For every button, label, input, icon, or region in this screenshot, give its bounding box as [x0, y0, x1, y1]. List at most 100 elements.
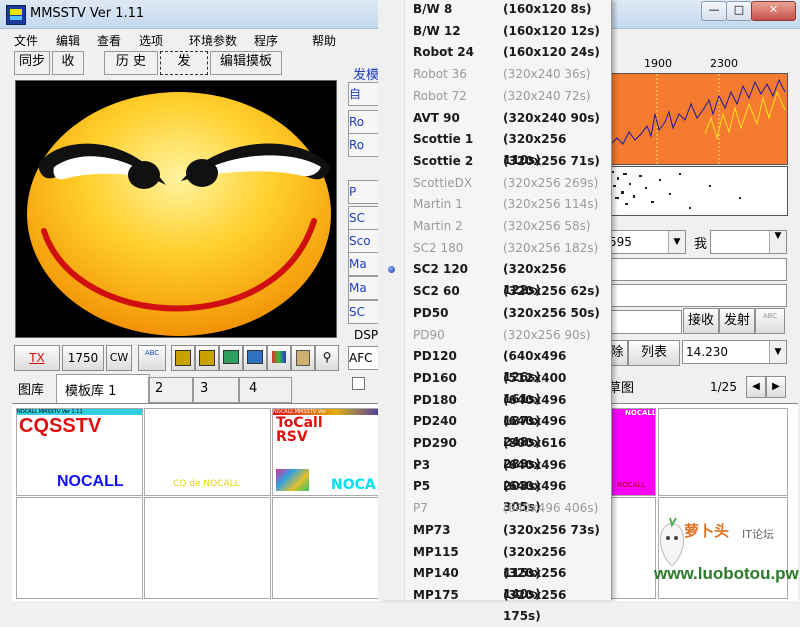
tab-template-2[interactable]: 2 [148, 377, 194, 403]
paste-image-icon[interactable] [243, 345, 267, 371]
mode-menu-item[interactable]: AVT 90 (320x240 90s) [413, 108, 603, 129]
mode-name: P3 [413, 457, 431, 472]
tab-edit-template[interactable]: 编辑摸板 [210, 51, 282, 75]
receive-button[interactable]: 接收 [683, 308, 719, 334]
tab-template-4[interactable]: 4 [238, 377, 292, 403]
menu-environment[interactable]: 环境参数 [189, 32, 237, 49]
watermark: 萝卜头 IT论坛 www.luobotou.pw [652, 516, 799, 600]
tab-template-4-label: 4 [249, 381, 258, 396]
mode-menu-item[interactable]: P3 (640x496 203s) [413, 455, 603, 493]
mode-menu-item[interactable]: MP140 (320x256 140s) [413, 563, 603, 601]
tab-receive[interactable]: 收 [52, 51, 84, 75]
value-595: 595 [609, 235, 632, 249]
text-field-2[interactable] [608, 284, 787, 307]
mode-name: P7 [413, 501, 428, 516]
mode-menu-item[interactable]: Scottie 1 (320x256 110s) [413, 129, 603, 167]
tab-template-1-label: 模板库 1 [65, 384, 117, 399]
menu-options[interactable]: 选项 [139, 32, 163, 49]
load-image-icon[interactable] [171, 345, 195, 371]
mode-menu-item[interactable]: Scottie 2 (320x256 71s) [413, 151, 603, 172]
frequency-value: 14.230 [686, 345, 728, 359]
spectrum-display [608, 73, 788, 165]
mode-menu-item[interactable]: SC2 120 (320x256 122s) [413, 259, 603, 297]
cw-button[interactable]: CW [106, 345, 132, 371]
smiley-image [27, 92, 331, 336]
mode-menu-item[interactable]: B/W 8 (160x120 8s) [413, 0, 603, 20]
template-cell-2[interactable]: CQ de NOCALL [144, 408, 271, 496]
tab-template-2-label: 2 [155, 381, 164, 396]
template-header: NOCALL [625, 409, 656, 417]
list-button[interactable]: 列表 [628, 340, 680, 366]
mode-menu-item[interactable]: MP175 (320x256 175s) [413, 585, 603, 623]
close-button[interactable]: ✕ [751, 1, 796, 21]
template-title: CQSSTV [19, 415, 102, 437]
maximize-button[interactable]: □ [726, 1, 752, 21]
menu-file[interactable]: 文件 [14, 32, 38, 49]
transmit-button[interactable]: 发射 [719, 308, 755, 334]
template-cell-8[interactable] [658, 408, 788, 496]
template-cq-text: CQ de NOCALL [173, 479, 240, 489]
mode-menu-item[interactable]: PD50 (320x256 50s) [413, 303, 603, 324]
mode-menu-item[interactable]: PD290 (800x616 289s) [413, 433, 603, 471]
template-cell-6[interactable] [144, 497, 271, 599]
mode-menu-item[interactable]: Robot 24 (160x120 24s) [413, 42, 603, 63]
tab-template-3[interactable]: 3 [192, 377, 240, 403]
next-page-icon[interactable]: ▶ [766, 376, 786, 398]
mode-name: MP140 [413, 566, 459, 581]
send-mode-label: 发模 [353, 68, 380, 83]
mode-menu-item: SC2 180 (320x256 182s) [413, 238, 603, 259]
tx-button[interactable]: TX [14, 345, 60, 371]
copy-image-icon[interactable] [219, 345, 243, 371]
zoom-icon[interactable]: ⚲ [315, 345, 339, 371]
mode-name: ScottieDX [413, 175, 473, 190]
abc-overlay-button[interactable]: ABC [755, 308, 785, 334]
tab-sync[interactable]: 同步 [14, 51, 50, 75]
mode-resolution: (320x240 36s) [503, 67, 591, 82]
spectrum-graph [608, 74, 786, 164]
mode-menu-item[interactable]: SC2 60 (320x256 62s) [413, 281, 603, 302]
afc-select[interactable]: AFC [348, 346, 380, 370]
tone-1750-button[interactable]: 1750 [62, 345, 104, 371]
mode-menu-item[interactable]: P5 (640x496 305s) [413, 476, 603, 514]
mode-name: P5 [413, 479, 431, 494]
menu-edit[interactable]: 编辑 [56, 32, 80, 49]
mode-menu-item[interactable]: PD160 (512x400 161s) [413, 368, 603, 406]
frequency-select[interactable]: 14.230 ▼ [682, 340, 787, 364]
mode-menu-item[interactable]: PD120 (640x496 126s) [413, 346, 603, 384]
template-cell-5[interactable] [16, 497, 143, 599]
mode-name: MP115 [413, 544, 459, 559]
mode-resolution: (320x256 90s) [503, 327, 591, 342]
text-field-3[interactable] [608, 310, 682, 334]
save-image-icon[interactable] [195, 345, 219, 371]
abc-text-button[interactable]: ABC [138, 345, 166, 371]
mode-menu-item[interactable]: B/W 12 (160x120 12s) [413, 21, 603, 42]
menu-help[interactable]: 帮助 [312, 32, 336, 49]
me-select[interactable]: ▼ [710, 230, 787, 254]
checkbox[interactable] [352, 377, 365, 390]
value-595-select[interactable]: 595 ▼ [608, 230, 686, 254]
tab-template-1[interactable]: 模板库 1 [56, 374, 150, 403]
mode-name: Scottie 1 [413, 132, 474, 147]
dsp-label: DSP [354, 328, 379, 342]
prev-page-icon[interactable]: ◀ [746, 376, 766, 398]
menu-program[interactable]: 程序 [254, 32, 278, 49]
mode-menu-item[interactable]: MP115 (320x256 115s) [413, 542, 603, 580]
mode-name: Robot 24 [413, 45, 474, 60]
mode-menu-item[interactable]: MP73 (320x256 73s) [413, 520, 603, 541]
template-call: NOCALL [57, 473, 124, 490]
tab-send[interactable]: 发 [160, 51, 208, 75]
mode-menu-item[interactable]: PD180 (640x496 187s) [413, 390, 603, 428]
tab-history[interactable]: 历 史 [104, 51, 158, 75]
tab-template-3-label: 3 [200, 381, 209, 396]
clipboard-icon[interactable] [291, 345, 315, 371]
mode-name: PD240 [413, 414, 457, 429]
mode-name: MP175 [413, 587, 459, 602]
menu-view[interactable]: 查看 [97, 32, 121, 49]
tab-gallery[interactable]: 图库 [18, 379, 44, 398]
minimize-button[interactable]: — [701, 1, 727, 21]
mode-menu-item: Martin 1 (320x256 114s) [413, 194, 603, 215]
text-field-1[interactable] [608, 258, 787, 281]
color-bars-icon[interactable] [267, 345, 291, 371]
template-cell-1[interactable]: NOCALL MMSSTV Ver 1.11 CQSSTV NOCALL [16, 408, 143, 496]
mode-menu-item[interactable]: PD240 (640x496 248s) [413, 411, 603, 449]
